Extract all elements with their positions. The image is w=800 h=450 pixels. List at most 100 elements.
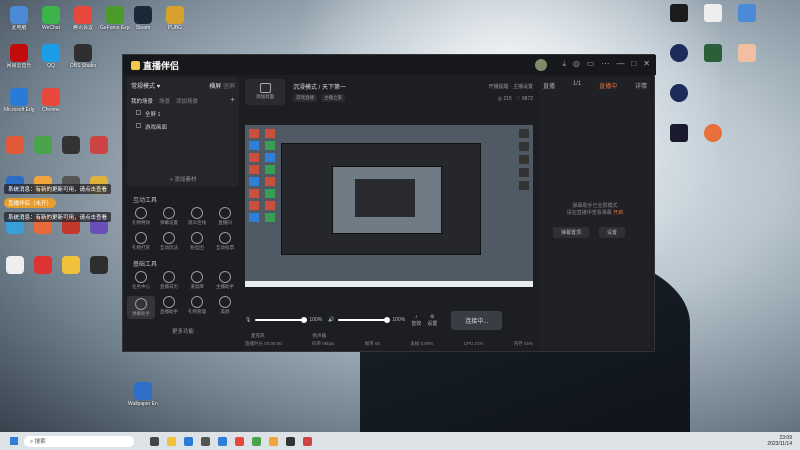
close-button[interactable]: ✕ xyxy=(643,59,650,69)
download-icon[interactable]: ⤓ xyxy=(562,59,566,69)
app-icon[interactable] xyxy=(235,436,244,446)
speaker-control[interactable]: 🔊 100% xyxy=(328,317,405,323)
more-functions-button[interactable]: 更多功能 xyxy=(127,327,239,335)
desktop-icon[interactable]: WeChat xyxy=(36,6,66,31)
add-scene-button[interactable]: + xyxy=(230,96,235,105)
enable-link[interactable]: 开启 xyxy=(613,210,623,216)
system-tray[interactable]: 23:09 2023/11/14 xyxy=(767,435,792,447)
desktop-icon[interactable]: OBS Studio xyxy=(68,44,98,69)
live-info: 沉浸模式 / 天下第一 游戏直播 主播之家 xyxy=(293,82,489,102)
mic-slider[interactable] xyxy=(255,317,308,323)
desktop-icon[interactable]: 腾讯会议 xyxy=(68,6,98,31)
screen-icon[interactable]: ▭ xyxy=(587,59,595,69)
notification[interactable]: 系统消息：有新的更新可用，请点击查看 xyxy=(4,212,112,222)
tag[interactable]: 游戏直播 xyxy=(293,94,317,102)
preview-nested-window-2 xyxy=(332,166,442,234)
taskbar-search[interactable]: ⌕ 搜索 xyxy=(24,435,134,447)
tools-title: 互动工具 xyxy=(133,198,158,204)
live-remind[interactable]: 开播提醒 · 主播设置 xyxy=(489,83,533,90)
left-panel: 常规模式 ♥ 横屏 竖屏 我的场景 场景 添加场景 + 全屏 1 游戏画面 + … xyxy=(127,77,239,349)
desktop-icon[interactable]: Wallpaper Engine xyxy=(128,382,158,407)
slider-knob[interactable] xyxy=(301,317,308,323)
orientation-switch[interactable]: 横屏 竖屏 xyxy=(209,81,235,90)
detail-link[interactable]: 详情 xyxy=(635,81,647,90)
tool-vote[interactable]: 互动投票 xyxy=(211,232,239,251)
tool-danmaku[interactable]: 弹幕设置 xyxy=(155,207,183,226)
mail-icon[interactable] xyxy=(218,436,227,446)
tool-gift-manage[interactable]: 礼物管理 xyxy=(183,296,211,319)
notification-tag[interactable]: 直播伴侣（未开） xyxy=(4,198,57,208)
app-icon[interactable] xyxy=(286,436,295,446)
desktop-icon[interactable]: Chrome xyxy=(36,88,66,113)
page-count: 1/1 xyxy=(572,81,582,87)
scene-item[interactable]: 游戏画面 xyxy=(131,123,235,131)
tool-assistant[interactable]: 主播助手 xyxy=(211,271,239,290)
mic-icon[interactable]: 🎙 xyxy=(245,317,251,323)
tool-task-center[interactable]: 任务中心 xyxy=(127,271,155,290)
mode-select[interactable]: 常规模式 ♥ xyxy=(131,81,160,90)
right-panel-buttons: 弹幕置顶 设置 xyxy=(553,227,626,238)
danmaku-settings-button[interactable]: 设置 xyxy=(599,227,626,238)
tool-gift-reward[interactable]: 礼物打赏 xyxy=(127,232,155,251)
app-icon[interactable] xyxy=(269,436,278,446)
live-title[interactable]: 沉浸模式 / 天下第一 xyxy=(293,82,489,91)
title-bar[interactable]: 直播伴侣 ⤓ ◎ ▭ ⋯ — □ ✕ xyxy=(123,55,656,75)
tool-interact[interactable]: 互动玩法 xyxy=(155,232,183,251)
tool-live-assistant[interactable]: 直播助手 xyxy=(155,296,183,319)
go-live-button[interactable]: 连接中... xyxy=(451,310,503,330)
store-icon[interactable] xyxy=(201,436,210,446)
tag[interactable]: 主播之家 xyxy=(321,94,345,102)
add-source-button[interactable]: + 添加素材 xyxy=(127,175,239,183)
tool-beauty[interactable]: 美颜 xyxy=(211,296,239,319)
tools-grid: 礼物特效 弹幕设置 观众连线 直播间 礼物打赏 互动玩法 粉丝团 互动投票 xyxy=(127,207,239,251)
desktop-icon[interactable]: 此电脑 xyxy=(4,6,34,31)
tool-calendar[interactable]: 直播日历 xyxy=(155,271,183,290)
speaker-icon[interactable]: 🔊 xyxy=(328,317,334,323)
edge-icon[interactable] xyxy=(184,436,193,446)
tool-link[interactable]: 观众连线 xyxy=(183,207,211,226)
windows-start-icon[interactable] xyxy=(10,437,18,445)
desktop-icon[interactable]: PUBG xyxy=(160,6,190,31)
slider-knob[interactable] xyxy=(384,317,391,323)
minimize-button[interactable]: — xyxy=(616,59,624,69)
geforce-icon xyxy=(106,6,124,24)
explorer-icon[interactable] xyxy=(167,436,176,446)
scene-item[interactable]: 全屏 1 xyxy=(131,110,235,118)
desktop-icon[interactable]: Steam xyxy=(128,6,158,31)
task-view-icon[interactable] xyxy=(150,436,159,446)
desktop-icon[interactable]: GeForce Experience xyxy=(100,6,130,31)
tool-room[interactable]: 直播间 xyxy=(211,207,239,226)
desktop-icon[interactable]: 网易云音乐 xyxy=(4,44,34,69)
notification[interactable]: 系统消息：有新的更新可用，请点击查看 xyxy=(4,184,112,194)
tab-add-scene[interactable]: 添加场景 xyxy=(176,97,198,105)
task-icon xyxy=(135,271,147,283)
tool-props[interactable]: 道具库 xyxy=(183,271,211,290)
settings-button[interactable]: ⚙ 设置 xyxy=(427,314,437,327)
desktop-icon[interactable]: QQ xyxy=(36,44,66,69)
checkbox[interactable] xyxy=(136,110,141,115)
tab-live[interactable]: 直播 xyxy=(543,81,555,90)
more-icon[interactable]: ⋯ xyxy=(601,59,609,69)
tab-scenes[interactable]: 场景 xyxy=(159,97,170,105)
maximize-button[interactable]: □ xyxy=(631,59,636,69)
right-panel-header: 直播 1/1 直播中 详情 xyxy=(539,77,651,94)
preview-nested-window-3 xyxy=(355,179,415,217)
avatar[interactable] xyxy=(535,59,547,71)
cover-upload[interactable]: 添加封面 xyxy=(245,79,285,105)
tool-danmaku-assistant[interactable]: 弹幕助手 xyxy=(127,296,155,319)
sound-effect-button[interactable]: ♪ 音效 xyxy=(411,314,421,327)
tab-my-scenes[interactable]: 我的场景 xyxy=(131,97,153,105)
checkbox[interactable] xyxy=(136,123,141,128)
desktop-icon[interactable]: Microsoft Edge xyxy=(4,88,34,113)
pin-danmaku-button[interactable]: 弹幕置顶 xyxy=(553,227,590,238)
speaker-slider[interactable] xyxy=(338,317,391,323)
desktop-icons-right xyxy=(670,4,796,142)
app-icon[interactable] xyxy=(252,436,261,446)
app-icon[interactable] xyxy=(303,436,312,446)
target-icon[interactable]: ◎ xyxy=(573,59,580,69)
mic-control[interactable]: 🎙 100% xyxy=(245,317,322,323)
tool-gift-effect[interactable]: 礼物特效 xyxy=(127,207,155,226)
tool-fans[interactable]: 粉丝团 xyxy=(183,232,211,251)
stream-preview[interactable] xyxy=(245,125,533,287)
live-tags: 游戏直播 主播之家 xyxy=(293,94,489,102)
